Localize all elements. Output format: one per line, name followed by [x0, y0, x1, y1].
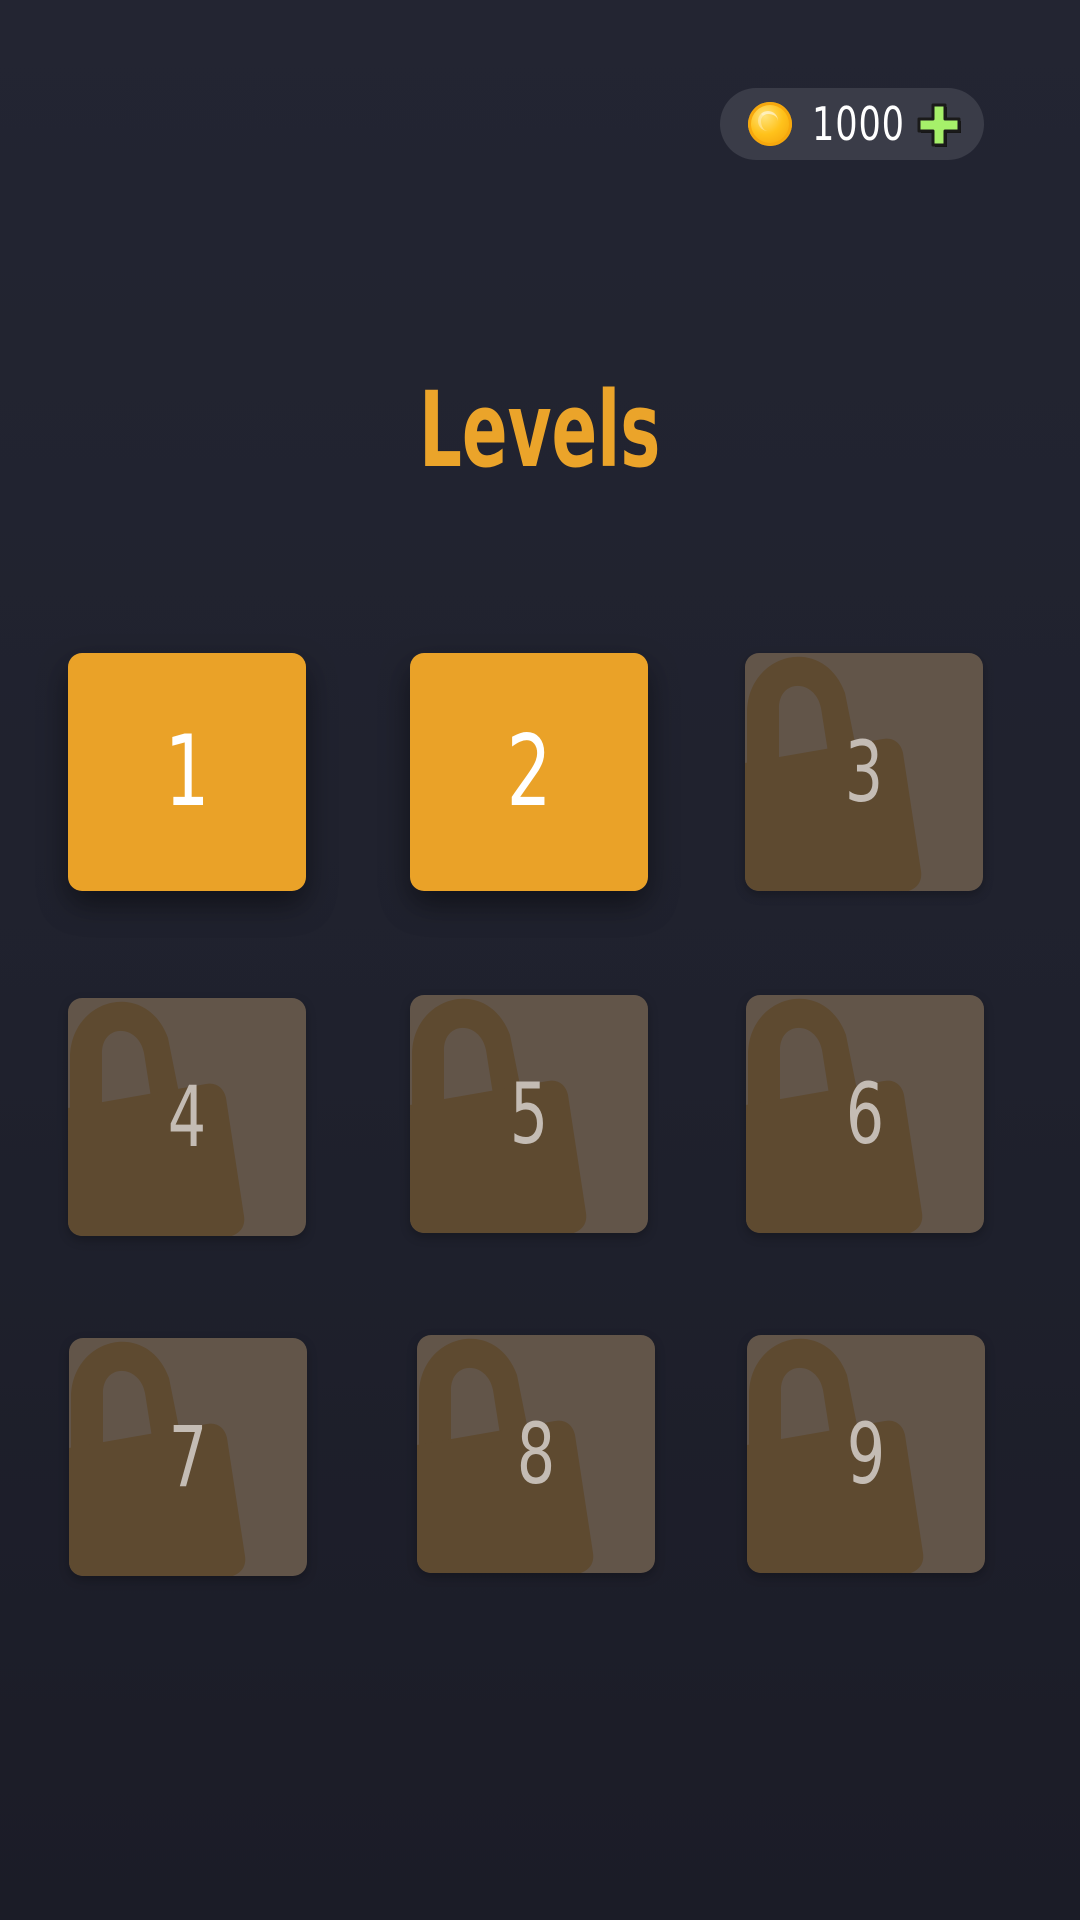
level-tile-3[interactable]: 3: [745, 653, 983, 891]
level-number: 6: [845, 1065, 885, 1163]
add-coins-button[interactable]: [916, 102, 962, 148]
level-number: 5: [509, 1065, 549, 1163]
level-number: 8: [516, 1405, 556, 1503]
level-select-screen: 1000 Levels 1 2 3 4 5 6 7 8 9: [0, 0, 1080, 1920]
level-number: 2: [506, 715, 552, 829]
level-number: 7: [168, 1408, 208, 1506]
coin-amount: 1000: [812, 97, 905, 151]
level-tile-5[interactable]: 5: [410, 995, 648, 1233]
level-tile-8[interactable]: 8: [417, 1335, 655, 1573]
level-tile-4[interactable]: 4: [68, 998, 306, 1236]
plus-icon: [917, 103, 961, 147]
level-tile-6[interactable]: 6: [746, 995, 984, 1233]
level-tile-7[interactable]: 7: [69, 1338, 307, 1576]
level-number: 1: [164, 715, 210, 829]
level-number: 4: [167, 1068, 207, 1166]
gold-coin-icon: [748, 102, 792, 146]
level-tile-2[interactable]: 2: [410, 653, 648, 891]
level-number: 3: [844, 723, 884, 821]
level-tile-9[interactable]: 9: [747, 1335, 985, 1573]
coin-balance-pill: 1000: [720, 88, 984, 160]
level-tile-1[interactable]: 1: [68, 653, 306, 891]
page-title: Levels: [419, 369, 661, 491]
level-number: 9: [846, 1405, 886, 1503]
